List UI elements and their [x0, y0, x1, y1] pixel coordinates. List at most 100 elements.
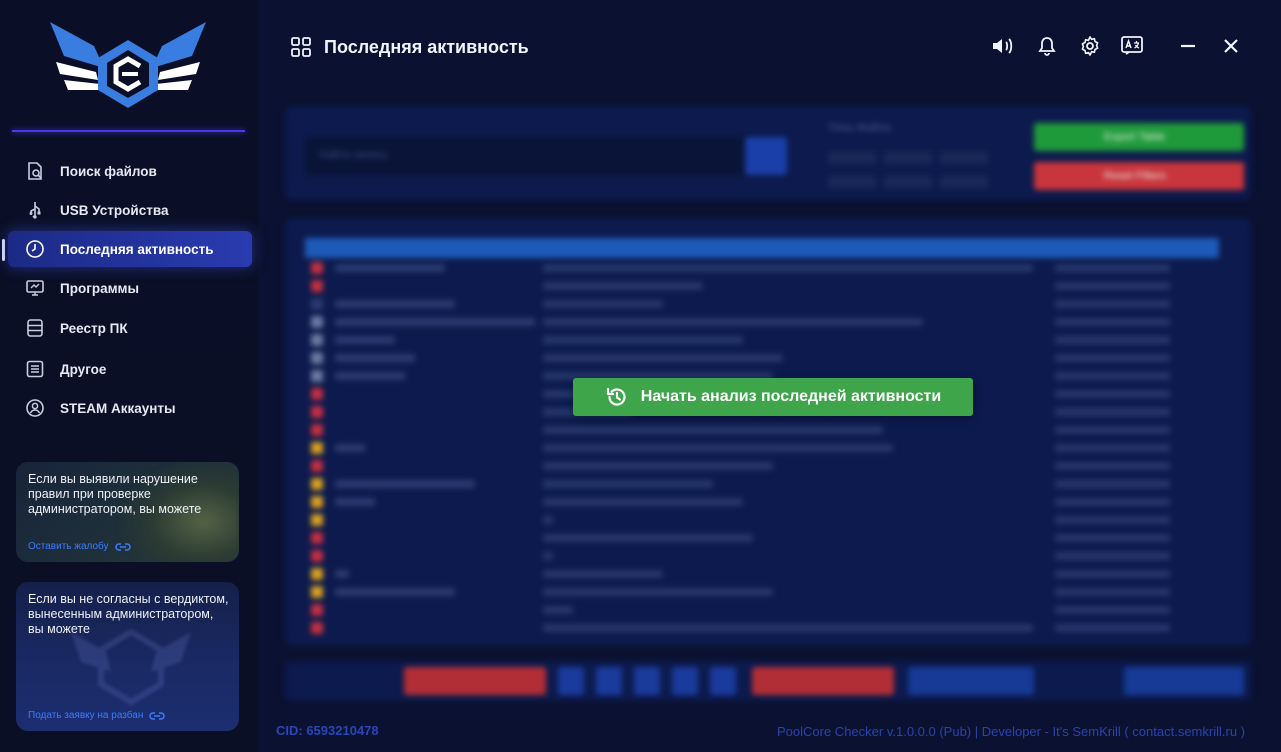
table-cell	[543, 516, 553, 524]
gear-icon[interactable]	[1077, 33, 1103, 59]
sidebar-item-recent-activity[interactable]: Последняя активность	[8, 231, 252, 267]
file-type-icon	[311, 388, 323, 400]
bell-icon[interactable]	[1034, 33, 1060, 59]
sidebar-item-label: Реестр ПК	[60, 320, 128, 336]
table-cell	[1055, 300, 1170, 308]
table-cell	[543, 426, 883, 434]
grid-icon	[291, 37, 311, 57]
file-type-icon	[311, 370, 323, 382]
credits-label: PoolCore Checker v.1.0.0.0 (Pub) | Devel…	[777, 724, 1245, 739]
table-cell	[543, 300, 663, 308]
appeal-text: Если вы не согласны с вердиктом, вынесен…	[28, 592, 229, 636]
table-cell	[335, 480, 475, 488]
history-icon	[606, 387, 626, 406]
table-cell	[1055, 624, 1170, 632]
table-cell	[335, 444, 365, 452]
table-cell	[335, 498, 375, 506]
pagination-button	[558, 667, 584, 695]
file-type-icon	[311, 514, 323, 526]
appeal-link[interactable]: Подать заявку на разбан	[28, 710, 166, 721]
sidebar-item-registry[interactable]: Реестр ПК	[8, 310, 252, 346]
file-type-icon	[311, 586, 323, 598]
volume-icon[interactable]	[990, 33, 1016, 59]
table-cell	[335, 318, 535, 326]
table-cell	[1055, 462, 1170, 470]
pagination-button	[404, 667, 546, 695]
registry-icon	[24, 317, 46, 339]
sidebar-item-label: USB Устройства	[60, 202, 169, 218]
reset-button: Reset Filters	[1034, 162, 1244, 190]
table-cell	[543, 480, 713, 488]
table-cell	[543, 570, 663, 578]
sidebar: Поиск файлов USB Устройства Последняя ак…	[0, 0, 258, 752]
table-cell	[335, 354, 415, 362]
table-row	[305, 259, 1219, 276]
table-row	[305, 439, 1219, 456]
file-type-icon	[311, 532, 323, 544]
minimize-icon[interactable]	[1175, 33, 1201, 59]
table-cell	[1055, 336, 1170, 344]
clock-icon	[24, 238, 46, 260]
table-cell	[543, 534, 753, 542]
file-type-icon	[311, 496, 323, 508]
table-row	[305, 493, 1219, 510]
filter-checkbox	[884, 176, 932, 188]
complaint-link[interactable]: Оставить жалобу	[28, 541, 131, 552]
table-cell	[335, 570, 349, 578]
start-analysis-button[interactable]: Начать анализ последней активности	[573, 378, 973, 416]
table-row	[305, 529, 1219, 546]
file-type-icon	[311, 280, 323, 292]
table-row	[305, 565, 1219, 582]
table-cell	[1055, 354, 1170, 362]
page-header: Последняя активность	[290, 36, 529, 58]
table-cell	[1055, 570, 1170, 578]
pagination-bar	[285, 661, 1251, 701]
table-row	[305, 331, 1219, 348]
table-cell	[1055, 318, 1170, 326]
table-cell	[543, 552, 553, 560]
file-type-icon	[311, 568, 323, 580]
export-button: Export Table	[1034, 123, 1244, 151]
filter-checkbox	[884, 152, 932, 164]
file-type-icon	[311, 334, 323, 346]
sidebar-item-other[interactable]: Другое	[8, 351, 252, 387]
translate-icon[interactable]	[1119, 33, 1145, 59]
table-row	[305, 277, 1219, 294]
page-title: Последняя активность	[324, 36, 529, 57]
appeal-card: Если вы не согласны с вердиктом, вынесен…	[16, 582, 239, 731]
appeal-link-label: Подать заявку на разбан	[28, 710, 144, 721]
close-icon[interactable]	[1218, 33, 1244, 59]
file-search-icon	[24, 160, 46, 182]
list-icon	[24, 358, 46, 380]
pagination-button	[596, 667, 622, 695]
file-type-icon	[311, 478, 323, 490]
table-cell	[1055, 390, 1170, 398]
pagination-button	[752, 667, 894, 695]
table-cell	[335, 300, 455, 308]
table-row	[305, 475, 1219, 492]
table-cell	[543, 282, 703, 290]
filter-title: Типы Файла	[828, 122, 891, 134]
table-cell	[1055, 588, 1170, 596]
table-cell	[1055, 444, 1170, 452]
sidebar-item-steam-accounts[interactable]: STEAM Аккаунты	[8, 390, 252, 426]
table-cell	[543, 444, 893, 452]
file-type-icon	[311, 460, 323, 472]
table-row	[305, 313, 1219, 330]
cid-label: CID: 6593210478	[276, 723, 379, 738]
sidebar-item-file-search[interactable]: Поиск файлов	[8, 153, 252, 189]
table-cell	[1055, 552, 1170, 560]
app-logo	[50, 22, 206, 108]
table-cell	[543, 462, 773, 470]
table-row	[305, 349, 1219, 366]
table-cell	[543, 588, 773, 596]
table-row	[305, 601, 1219, 618]
sidebar-item-usb[interactable]: USB Устройства	[8, 192, 252, 228]
start-analysis-label: Начать анализ последней активности	[640, 388, 942, 405]
user-circle-icon	[24, 397, 46, 419]
table-cell	[1055, 606, 1170, 614]
logo-divider	[12, 130, 245, 132]
sidebar-item-programs[interactable]: Программы	[8, 270, 252, 306]
file-type-icon	[311, 604, 323, 616]
file-type-icon	[311, 406, 323, 418]
